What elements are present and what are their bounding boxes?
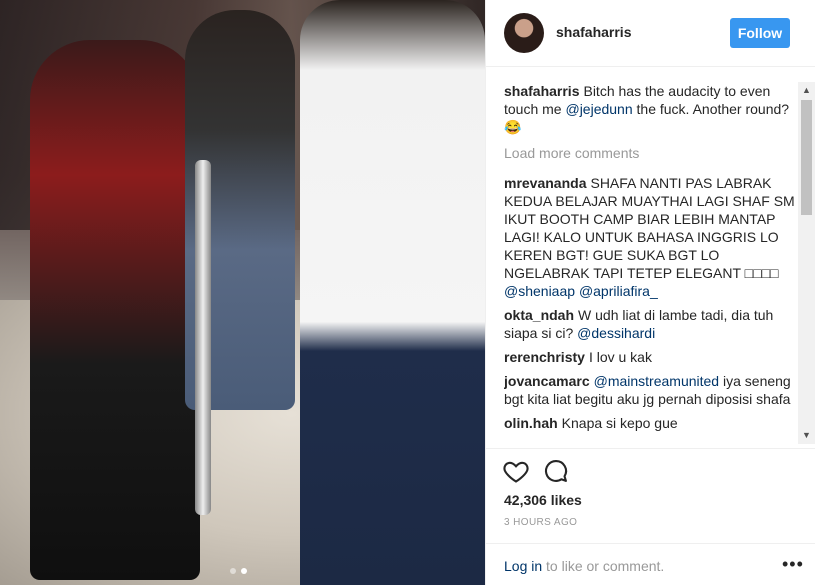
list-item: rerenchristy I lov u kak bbox=[504, 348, 796, 366]
mention-link[interactable]: @dessihardi bbox=[577, 325, 655, 341]
comment-username[interactable]: okta_ndah bbox=[504, 307, 574, 323]
comment-username[interactable]: rerenchristy bbox=[504, 349, 585, 365]
post-header: shafaharris Follow bbox=[486, 0, 815, 67]
comment-text: I lov u kak bbox=[588, 349, 652, 365]
login-prompt-text: to like or comment. bbox=[542, 558, 665, 574]
login-link[interactable]: Log in bbox=[504, 558, 542, 574]
scroll-down-arrow-icon[interactable]: ▼ bbox=[798, 427, 815, 444]
like-count[interactable]: 42,306 likes bbox=[504, 492, 582, 508]
list-item: jovancamarc @mainstreamunited iya seneng … bbox=[504, 372, 796, 408]
photo-person-right bbox=[300, 0, 485, 585]
comment-username[interactable]: jovancamarc bbox=[504, 373, 590, 389]
post-actions bbox=[486, 448, 815, 489]
more-options-icon[interactable]: ••• bbox=[782, 554, 804, 575]
post-photo[interactable] bbox=[0, 0, 485, 585]
carousel-indicator bbox=[230, 568, 247, 574]
comment-username[interactable]: olin.hah bbox=[504, 415, 558, 431]
avatar[interactable] bbox=[504, 13, 544, 53]
author-username[interactable]: shafaharris bbox=[556, 24, 631, 40]
list-item: mrevananda SHAFA NANTI PAS LABRAK KEDUA B… bbox=[504, 174, 796, 300]
instagram-post: shafaharris Follow shafaharris Bitch has … bbox=[0, 0, 815, 585]
post-footer: Log in to like or comment. ••• bbox=[486, 543, 815, 586]
scrollbar-thumb[interactable] bbox=[801, 100, 812, 215]
load-more-comments[interactable]: Load more comments bbox=[504, 144, 796, 162]
post-timestamp[interactable]: 3 HOURS AGO bbox=[504, 517, 577, 528]
comment-bubble-icon[interactable] bbox=[542, 457, 570, 485]
mention-link[interactable]: @apriliafira_ bbox=[579, 283, 658, 299]
mention-link[interactable]: @sheniaap bbox=[504, 283, 575, 299]
mention-link[interactable]: @jejedunn bbox=[565, 101, 632, 117]
login-prompt: Log in to like or comment. bbox=[504, 558, 664, 574]
follow-button[interactable]: Follow bbox=[730, 18, 790, 48]
comments-list: shafaharris Bitch has the audacity to eve… bbox=[504, 82, 796, 444]
list-item: olin.hah Knapa si kepo gue bbox=[504, 414, 796, 432]
caption-username[interactable]: shafaharris bbox=[504, 83, 579, 99]
carousel-dot-active bbox=[241, 568, 247, 574]
photo-person-left bbox=[30, 40, 200, 580]
comment-text: Knapa si kepo gue bbox=[561, 415, 678, 431]
post-sidebar: shafaharris Follow shafaharris Bitch has … bbox=[485, 0, 815, 585]
photo-stanchion bbox=[195, 160, 211, 515]
caption: shafaharris Bitch has the audacity to eve… bbox=[504, 82, 796, 136]
comment-username[interactable]: mrevananda bbox=[504, 175, 586, 191]
comments-scrollbar[interactable]: ▲ ▼ bbox=[798, 82, 815, 444]
heart-icon[interactable] bbox=[502, 457, 530, 485]
carousel-dot bbox=[230, 568, 236, 574]
list-item: okta_ndah W udh liat di lambe tadi, dia t… bbox=[504, 306, 796, 342]
scroll-up-arrow-icon[interactable]: ▲ bbox=[798, 82, 815, 99]
mention-link[interactable]: @mainstreamunited bbox=[594, 373, 720, 389]
